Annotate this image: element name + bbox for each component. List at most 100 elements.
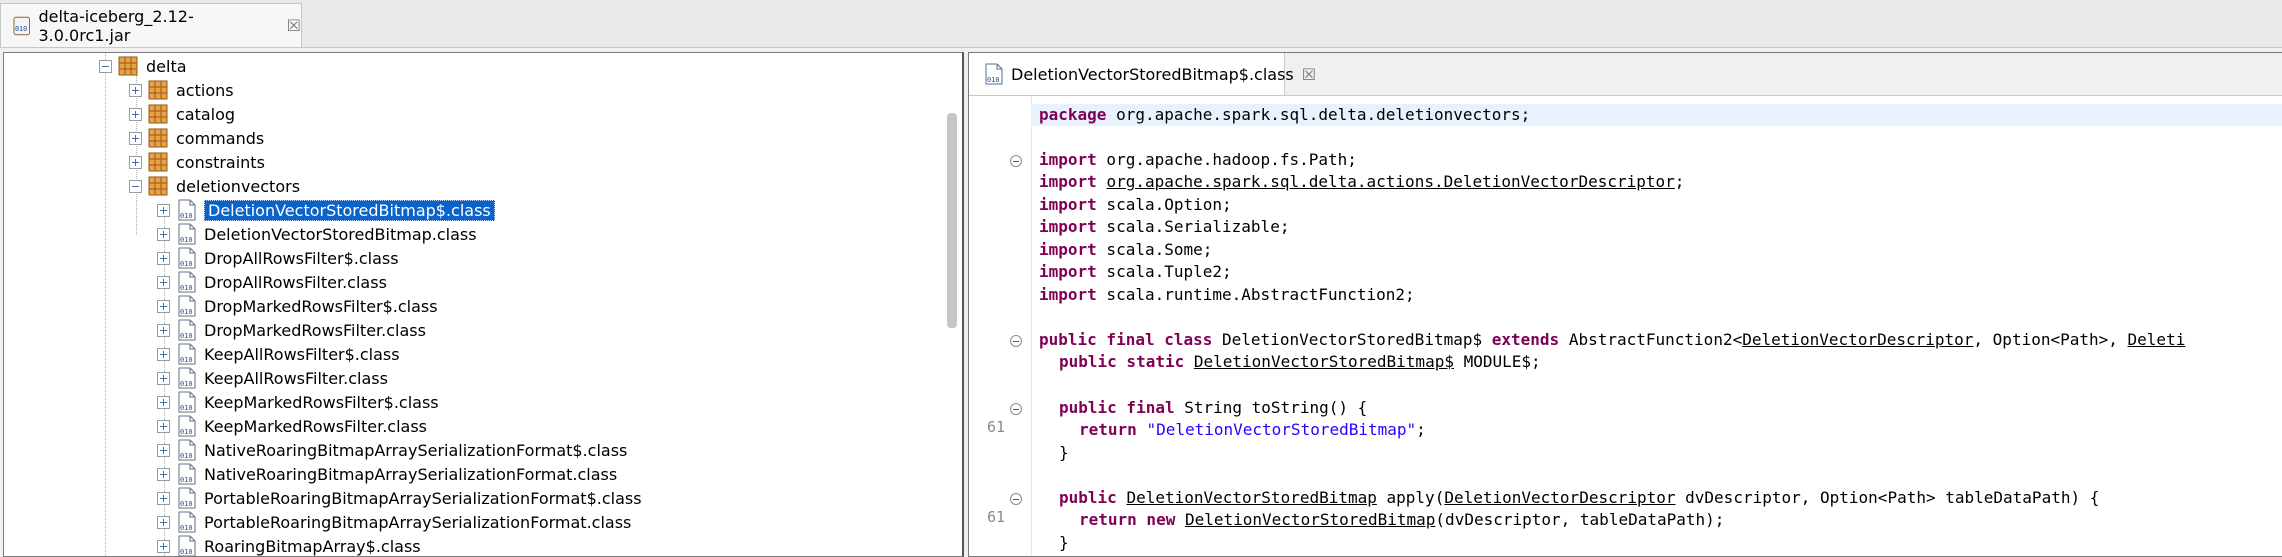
tree-node-label: NativeRoaringBitmapArraySerializationFor… <box>204 464 618 484</box>
tree-node-package[interactable]: commands <box>129 126 264 150</box>
tree-node-class[interactable]: DropAllRowsFilter$.class <box>157 246 399 270</box>
expand-icon[interactable] <box>157 251 170 265</box>
fold-icon[interactable] <box>1010 493 1022 505</box>
expand-icon[interactable] <box>157 203 170 217</box>
code-link[interactable]: DeletionVectorStoredBitmap$ <box>1194 352 1454 371</box>
jar-file-icon: 010 <box>13 16 31 35</box>
keyword: import <box>1039 217 1097 236</box>
expand-icon[interactable] <box>157 275 170 289</box>
code-text: org.apache.hadoop.fs.Path; <box>1096 150 1357 169</box>
expand-icon[interactable] <box>157 395 170 409</box>
code-editor[interactable]: DeletionVectorStoredBitmap$.class ☒ 61 6… <box>968 52 2282 557</box>
tree-node-delta[interactable]: delta <box>99 54 187 78</box>
vertical-scrollbar-thumb[interactable] <box>947 113 957 328</box>
class-file-icon <box>176 439 198 461</box>
class-file-icon <box>176 199 198 221</box>
collapse-icon[interactable] <box>99 59 112 73</box>
code-link[interactable]: Deleti <box>2128 330 2186 349</box>
package-icon <box>148 152 168 172</box>
class-file-icon <box>176 223 198 245</box>
expand-icon[interactable] <box>157 443 170 457</box>
line-number: 61 <box>987 418 1006 436</box>
close-icon[interactable]: ☒ <box>1302 65 1316 84</box>
keyword: package <box>1039 105 1107 124</box>
tab-jar-file[interactable]: 010 delta-iceberg_2.12-3.0.0rc1.jar ☒ <box>0 3 302 47</box>
tree-node-class[interactable]: NativeRoaringBitmapArraySerializationFor… <box>157 462 617 486</box>
keyword: import <box>1039 240 1097 259</box>
code-line: return "DeletionVectorStoredBitmap"; <box>1079 420 1426 439</box>
code-text: scala.Serializable; <box>1096 217 1290 236</box>
expand-icon[interactable] <box>157 323 170 337</box>
tree-node-class[interactable]: KeepMarkedRowsFilter.class <box>157 414 427 438</box>
tree-node-class[interactable]: DropAllRowsFilter.class <box>157 270 387 294</box>
tree-node-package[interactable]: deletionvectors <box>129 174 300 198</box>
code-text: scala.runtime.AbstractFunction2; <box>1096 285 1415 304</box>
keyword: return new <box>1079 510 1176 529</box>
tree-node-package[interactable]: catalog <box>129 102 235 126</box>
tree-node-label-selected: DeletionVectorStoredBitmap$.class <box>204 199 495 221</box>
tree-node-class[interactable]: DropMarkedRowsFilter$.class <box>157 294 438 318</box>
code-link[interactable]: org.apache.spark.sql.delta.actions.Delet… <box>1106 172 1674 191</box>
fold-icon[interactable] <box>1010 335 1022 347</box>
code-text: scala.Tuple2; <box>1096 262 1232 281</box>
tree-node-class[interactable]: KeepAllRowsFilter$.class <box>157 342 400 366</box>
tree-node-label: catalog <box>176 104 236 124</box>
code-text: scala.Some; <box>1096 240 1213 259</box>
code-line: public DeletionVectorStoredBitmap apply(… <box>1031 487 2099 509</box>
expand-icon[interactable] <box>157 227 170 241</box>
package-icon <box>148 128 168 148</box>
expand-icon[interactable] <box>157 539 170 553</box>
class-file-icon <box>983 63 1005 85</box>
class-file-icon <box>176 487 198 509</box>
tree-node-label: DropAllRowsFilter.class <box>204 272 387 292</box>
tree-node-class[interactable]: DeletionVectorStoredBitmap.class <box>157 222 477 246</box>
tree-node-class[interactable]: KeepAllRowsFilter.class <box>157 366 388 390</box>
code-link[interactable]: DeletionVectorStoredBitmap <box>1126 488 1376 507</box>
code-text: (dvDescriptor, tableDataPath); <box>1435 510 1725 529</box>
expand-icon[interactable] <box>157 347 170 361</box>
tree-node-class[interactable]: RoaringBitmapArray$.class <box>157 534 421 557</box>
keyword: return <box>1079 420 1137 439</box>
tree-node-label: KeepMarkedRowsFilter.class <box>204 416 427 436</box>
tree-node-class[interactable]: PortableRoaringBitmapArraySerializationF… <box>157 486 642 510</box>
expand-icon[interactable] <box>157 419 170 433</box>
tree-node-class[interactable]: NativeRoaringBitmapArraySerializationFor… <box>157 438 627 462</box>
expand-icon[interactable] <box>157 491 170 505</box>
expand-icon[interactable] <box>129 107 142 121</box>
package-tree[interactable]: delta actions catalog commands constrain… <box>3 52 964 557</box>
expand-icon[interactable] <box>157 467 170 481</box>
fold-icon[interactable] <box>1010 403 1022 415</box>
class-file-icon <box>176 511 198 533</box>
expand-icon[interactable] <box>157 299 170 313</box>
code-text: AbstractFunction2< <box>1559 330 1743 349</box>
code-text: String toString() { <box>1174 398 1368 417</box>
tree-node-package[interactable]: constraints <box>129 150 265 174</box>
expand-icon[interactable] <box>129 131 142 145</box>
tree-node-class[interactable]: DeletionVectorStoredBitmap$.class <box>157 198 495 222</box>
close-icon[interactable]: ☒ <box>287 16 301 35</box>
expand-icon[interactable] <box>129 155 142 169</box>
tree-node-class[interactable]: DropMarkedRowsFilter.class <box>157 318 426 342</box>
expand-icon[interactable] <box>157 515 170 529</box>
tree-node-package[interactable]: actions <box>129 78 234 102</box>
tree-node-label: NativeRoaringBitmapArraySerializationFor… <box>204 440 628 460</box>
expand-icon[interactable] <box>129 83 142 97</box>
tree-node-class[interactable]: PortableRoaringBitmapArraySerializationF… <box>157 510 631 534</box>
tab-class-file[interactable]: DeletionVectorStoredBitmap$.class ☒ <box>969 53 1316 95</box>
keyword: import <box>1039 150 1097 169</box>
collapse-icon[interactable] <box>129 179 142 193</box>
expand-icon[interactable] <box>157 371 170 385</box>
tree-node-label: DeletionVectorStoredBitmap.class <box>204 224 477 244</box>
fold-icon[interactable] <box>1010 155 1022 167</box>
code-link[interactable]: DeletionVectorDescriptor <box>1742 330 1973 349</box>
code-line: import org.apache.spark.sql.delta.action… <box>1039 172 1685 191</box>
tree-node-label: DropMarkedRowsFilter$.class <box>204 296 438 316</box>
code-link[interactable]: DeletionVectorDescriptor <box>1444 488 1675 507</box>
code-text: MODULE$; <box>1453 352 1541 371</box>
tree-node-label: PortableRoaringBitmapArraySerializationF… <box>204 488 642 508</box>
tree-node-class[interactable]: KeepMarkedRowsFilter$.class <box>157 390 439 414</box>
keyword: import <box>1039 285 1097 304</box>
code-link[interactable]: DeletionVectorStoredBitmap <box>1185 510 1435 529</box>
code-line: public final String toString() { <box>1031 397 1367 419</box>
class-file-icon <box>176 535 198 557</box>
